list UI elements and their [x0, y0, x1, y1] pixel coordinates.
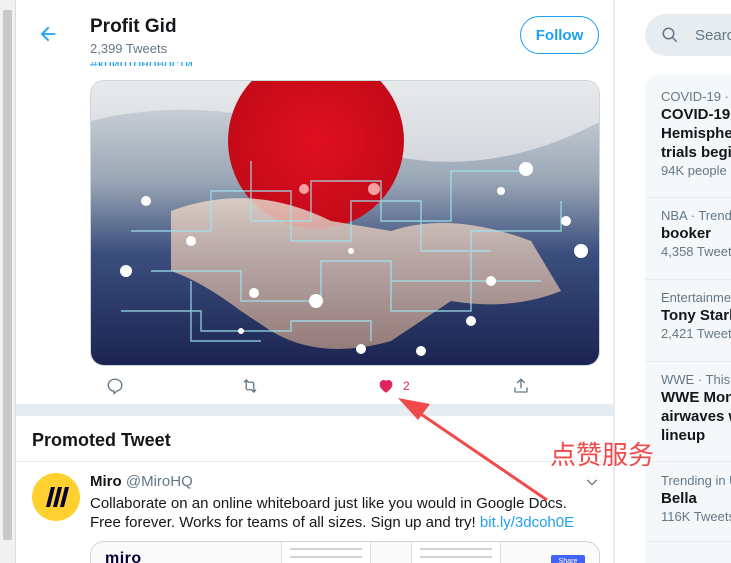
trend-category: WWE · This morning — [661, 372, 731, 387]
share-button[interactable] — [512, 374, 530, 398]
tweet-actions: 2 — [90, 374, 600, 398]
trend-count: 94K people are Tweeting — [661, 163, 731, 178]
tweet-count: 2,399 Tweets — [90, 41, 168, 56]
card-doc-preview — [281, 542, 371, 563]
trend-category: NBA · Trending — [661, 208, 731, 223]
trend-item[interactable]: COVID-19 · LIVE COVID-19: Hemisphere tri… — [661, 89, 731, 180]
card-share-label: Share — [551, 555, 585, 563]
heart-icon — [379, 380, 393, 393]
card-logo: miro — [105, 550, 142, 563]
divider — [16, 461, 613, 462]
trend-category: COVID-19 · LIVE — [661, 89, 731, 104]
handshake-image — [91, 81, 599, 365]
trend-category: Trending in United States — [661, 473, 731, 488]
profile-header: Profit Gid 2,399 Tweets Follow — [16, 8, 613, 62]
trend-title: booker — [661, 225, 712, 242]
right-sidebar: Search Twitter COVID-19 · LIVE COVID-19:… — [615, 0, 731, 563]
tweet-image[interactable] — [90, 80, 600, 366]
arrow-left-icon — [40, 26, 56, 42]
card-doc-preview — [411, 542, 501, 563]
search-input[interactable]: Search Twitter — [695, 27, 731, 44]
trends-panel: COVID-19 · LIVE COVID-19: Hemisphere tri… — [645, 75, 731, 563]
reply-icon — [107, 378, 123, 395]
author-handle: @MiroHQ — [125, 473, 193, 490]
promoted-author[interactable]: Miro @MiroHQ — [90, 473, 193, 490]
trend-title: WWE Monday — [661, 389, 731, 406]
trend-title: lineup — [661, 427, 706, 444]
retweet-button[interactable] — [240, 374, 260, 398]
share-icon — [514, 378, 528, 393]
reply-button[interactable] — [106, 374, 124, 398]
miro-logo-icon — [46, 487, 69, 507]
trend-item[interactable]: Trending in United States Bella 116K Twe… — [661, 473, 731, 526]
promoted-card[interactable]: miro Share — [90, 541, 600, 563]
promoted-tweet-heading: Promoted Tweet — [32, 430, 171, 450]
trend-count: 4,358 Tweets — [661, 244, 731, 259]
retweet-icon — [243, 379, 257, 393]
follow-button[interactable]: Follow — [520, 16, 599, 54]
like-count: 2 — [403, 379, 410, 393]
author-name: Miro — [90, 473, 122, 490]
back-button[interactable] — [34, 20, 62, 48]
section-separator — [16, 404, 613, 416]
trend-title: Bella — [661, 490, 697, 507]
like-button[interactable]: 2 — [377, 374, 410, 398]
divider — [645, 461, 731, 462]
trend-title: COVID-19: — [661, 106, 731, 123]
trend-category: Entertainment — [661, 290, 731, 305]
promoted-tweet-text: Collaborate on an online whiteboard just… — [90, 494, 590, 532]
divider — [645, 279, 731, 280]
divider — [645, 361, 731, 362]
trend-title: airwaves with — [661, 408, 731, 425]
trend-title: trials begin — [661, 144, 731, 161]
search-box[interactable]: Search Twitter — [645, 14, 731, 56]
trend-title: Tony Stark — [661, 307, 731, 324]
trend-item[interactable]: WWE · This morning WWE Monday airwaves w… — [661, 372, 731, 445]
main-column: Profit Gid 2,399 Tweets Follow #криптоно… — [16, 0, 614, 563]
divider — [645, 541, 731, 542]
search-icon — [662, 27, 678, 43]
trend-count: 2,421 Tweets — [661, 326, 731, 341]
trend-title: Hemisphere — [661, 125, 731, 142]
more-options-button[interactable] — [584, 474, 600, 495]
avatar[interactable] — [32, 473, 80, 521]
divider — [645, 197, 731, 198]
promoted-link[interactable]: bit.ly/3dcoh0E — [480, 514, 574, 531]
annotation-text: 点赞服务 — [550, 441, 655, 471]
chevron-down-icon — [586, 479, 598, 486]
trend-item[interactable]: Entertainment Tony Stark 2,421 Tweets — [661, 290, 731, 343]
scrollbar-thumb[interactable] — [3, 10, 12, 540]
trend-item[interactable]: NBA · Trending booker 4,358 Tweets — [661, 208, 731, 261]
profile-name: Profit Gid — [90, 16, 177, 37]
left-scroll-strip — [0, 0, 16, 563]
trend-count: 116K Tweets — [661, 509, 731, 524]
